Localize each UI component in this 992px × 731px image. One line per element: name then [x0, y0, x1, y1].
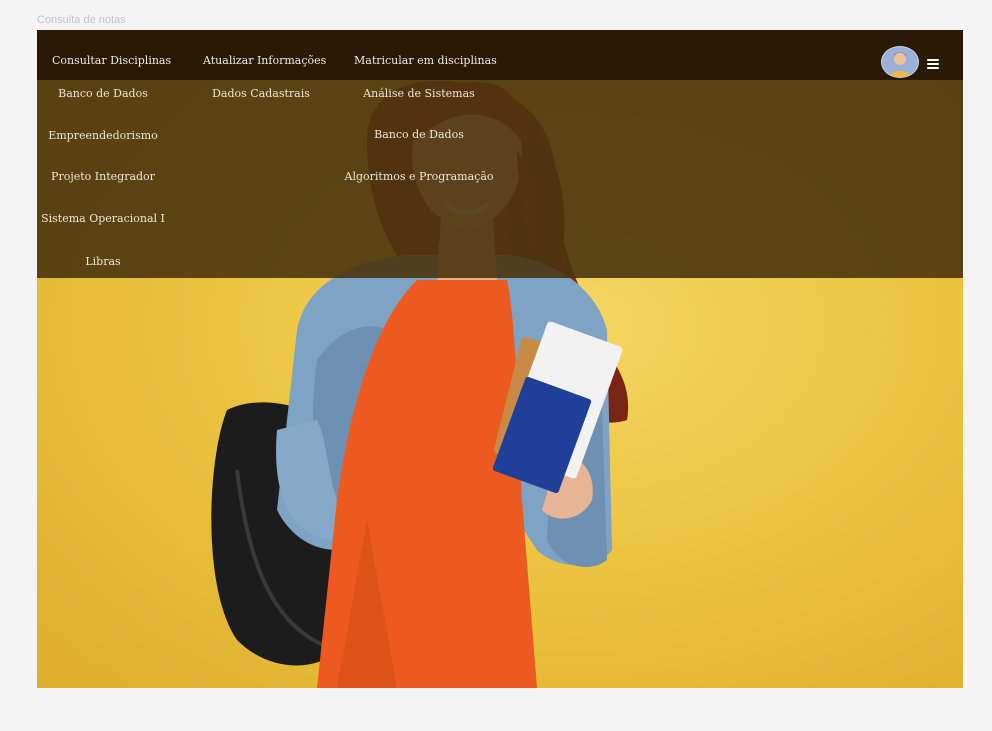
menu-item-banco-de-dados[interactable]: Banco de Dados: [58, 87, 148, 100]
hamburger-icon[interactable]: [927, 59, 939, 69]
nav-atualizar-informacoes[interactable]: Atualizar Informações: [203, 54, 326, 67]
top-navbar: [37, 30, 963, 80]
avatar-icon[interactable]: [881, 46, 919, 78]
menu-item-banco-de-dados-matricula[interactable]: Banco de Dados: [374, 128, 464, 141]
dropdown-panel: [37, 80, 963, 278]
nav-matricular-disciplinas[interactable]: Matricular em disciplinas: [354, 54, 497, 67]
menu-item-algoritmos-programacao[interactable]: Algoritmos e Programação: [345, 170, 494, 183]
menu-item-empreendedorismo[interactable]: Empreendedorismo: [48, 129, 158, 142]
menu-item-analise-de-sistemas[interactable]: Análise de Sistemas: [363, 87, 475, 100]
nav-consultar-disciplinas[interactable]: Consultar Disciplinas: [52, 54, 171, 67]
hero-frame: Consultar Disciplinas Atualizar Informaç…: [37, 30, 963, 688]
menu-item-libras[interactable]: Libras: [85, 255, 120, 268]
menu-item-sistema-operacional[interactable]: Sistema Operacional I: [41, 212, 165, 225]
menu-item-dados-cadastrais[interactable]: Dados Cadastrais: [212, 87, 310, 100]
menu-item-projeto-integrador[interactable]: Projeto Integrador: [51, 170, 155, 183]
page-label: Consulta de notas: [37, 14, 126, 26]
